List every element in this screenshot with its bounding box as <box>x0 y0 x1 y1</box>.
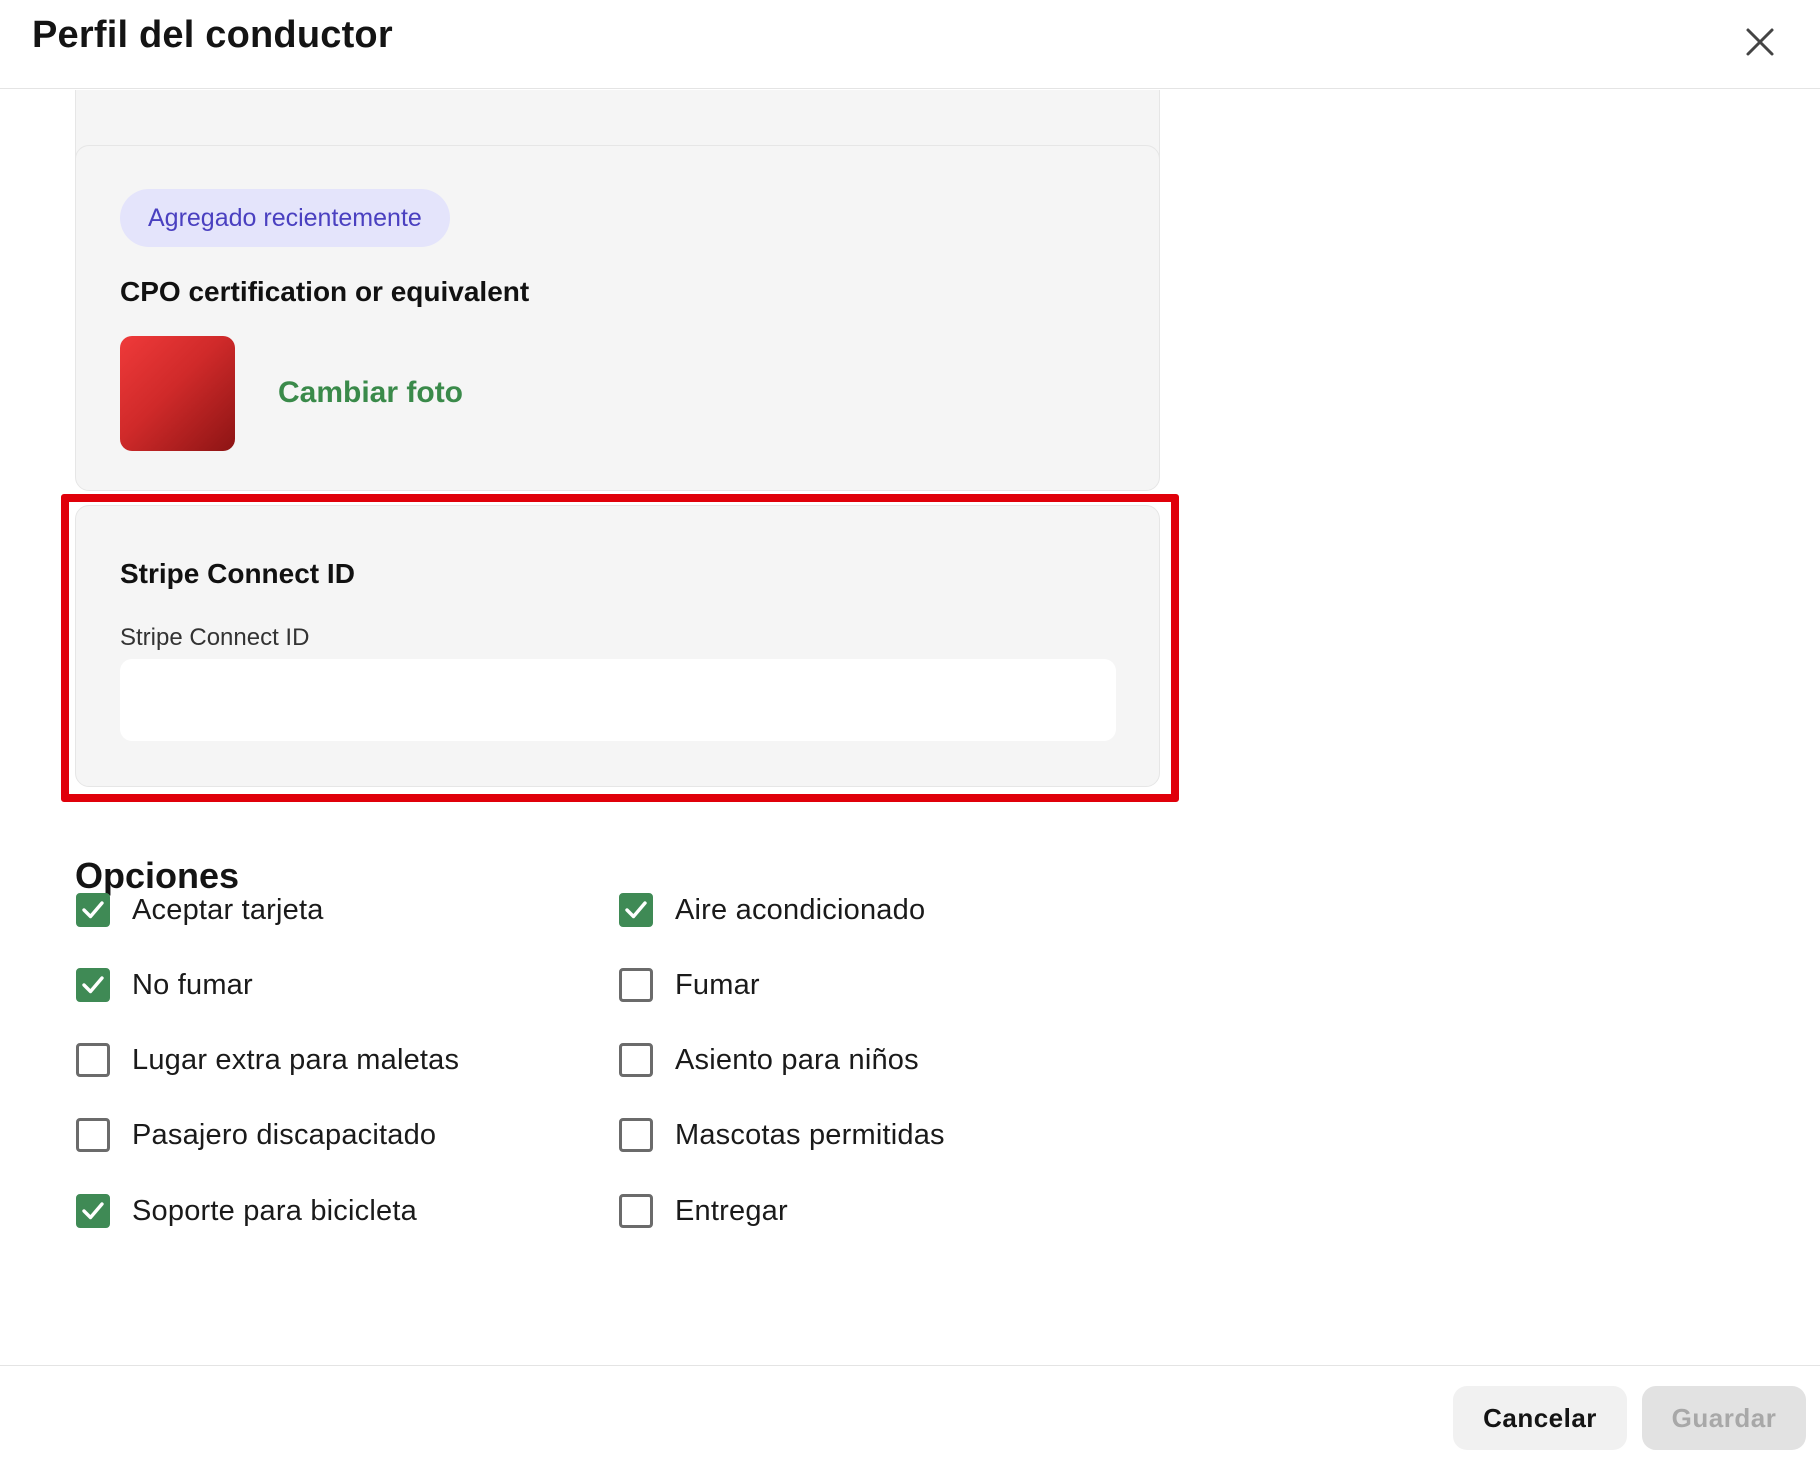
checkbox[interactable] <box>76 1118 110 1152</box>
option-no-fumar[interactable]: No fumar <box>76 965 253 1005</box>
option-lugar-extra-maletas[interactable]: Lugar extra para maletas <box>76 1040 459 1080</box>
option-label: Aceptar tarjeta <box>132 893 324 926</box>
checkmark-icon <box>625 901 647 919</box>
option-label: Entregar <box>675 1194 788 1227</box>
option-label: No fumar <box>132 968 253 1001</box>
cancel-button[interactable]: Cancelar <box>1453 1386 1627 1450</box>
checkbox[interactable] <box>619 1118 653 1152</box>
close-icon <box>1746 28 1774 56</box>
checkbox[interactable] <box>619 1043 653 1077</box>
checkmark-icon <box>82 976 104 994</box>
option-asiento-ninos[interactable]: Asiento para niños <box>619 1040 919 1080</box>
stripe-connect-field-label: Stripe Connect ID <box>120 624 310 651</box>
save-button[interactable]: Guardar <box>1642 1386 1806 1450</box>
checkbox[interactable] <box>76 893 110 927</box>
close-button[interactable] <box>1738 20 1782 64</box>
option-aire-acondicionado[interactable]: Aire acondicionado <box>619 890 925 930</box>
modal-header: Perfil del conductor <box>0 0 1820 89</box>
option-mascotas-permitidas[interactable]: Mascotas permitidas <box>619 1115 945 1155</box>
checkmark-icon <box>82 1202 104 1220</box>
option-label: Soporte para bicicleta <box>132 1194 417 1227</box>
checkbox[interactable] <box>619 968 653 1002</box>
checkbox[interactable] <box>619 893 653 927</box>
checkbox[interactable] <box>76 1043 110 1077</box>
document-photo-thumbnail[interactable] <box>120 336 235 451</box>
checkbox[interactable] <box>619 1194 653 1228</box>
stripe-connect-title: Stripe Connect ID <box>120 558 355 589</box>
modal-scroll-content[interactable]: Agregado recientemente CPO certification… <box>0 90 1820 1365</box>
checkbox[interactable] <box>76 1194 110 1228</box>
checkmark-icon <box>82 901 104 919</box>
cpo-document-card: Agregado recientemente CPO certification… <box>75 145 1160 491</box>
option-label: Asiento para niños <box>675 1043 919 1076</box>
stripe-connect-input[interactable] <box>120 659 1116 741</box>
option-soporte-bicicleta[interactable]: Soporte para bicicleta <box>76 1191 417 1231</box>
stripe-connect-card: Stripe Connect ID Stripe Connect ID <box>75 505 1160 787</box>
cpo-document-title: CPO certification or equivalent <box>120 276 530 307</box>
option-label: Mascotas permitidas <box>675 1118 945 1151</box>
modal-footer: Cancelar Guardar <box>0 1365 1820 1460</box>
option-label: Pasajero discapacitado <box>132 1118 437 1151</box>
option-entregar[interactable]: Entregar <box>619 1191 788 1231</box>
recently-added-badge: Agregado recientemente <box>120 189 450 247</box>
option-pasajero-discapacitado[interactable]: Pasajero discapacitado <box>76 1115 436 1155</box>
modal-title: Perfil del conductor <box>32 14 393 56</box>
change-photo-link[interactable]: Cambiar foto <box>278 376 463 410</box>
option-aceptar-tarjeta[interactable]: Aceptar tarjeta <box>76 890 324 930</box>
option-label: Fumar <box>675 968 760 1001</box>
option-label: Aire acondicionado <box>675 893 926 926</box>
checkbox[interactable] <box>76 968 110 1002</box>
option-fumar[interactable]: Fumar <box>619 965 760 1005</box>
option-label: Lugar extra para maletas <box>132 1043 460 1076</box>
